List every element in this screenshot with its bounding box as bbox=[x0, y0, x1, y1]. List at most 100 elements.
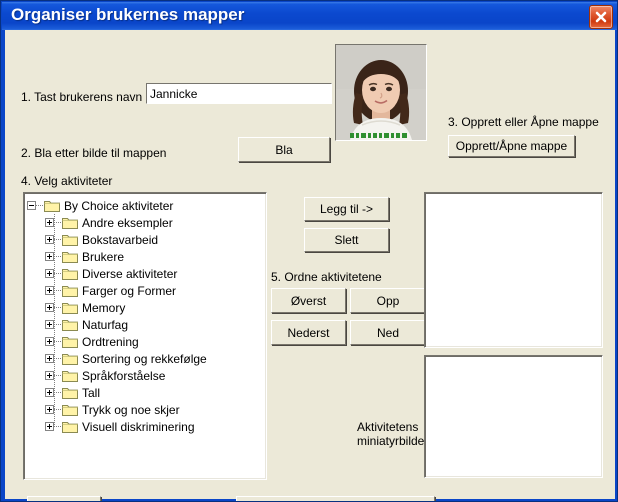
folder-icon bbox=[62, 233, 78, 246]
tree-dotted-connector bbox=[54, 290, 61, 291]
window-title: Organiser brukernes mapper bbox=[11, 5, 245, 24]
tree-dotted-connector bbox=[36, 205, 43, 206]
tree-item[interactable]: Visuell diskriminering bbox=[27, 418, 264, 435]
expander-plus-icon[interactable] bbox=[45, 235, 54, 244]
expander-plus-icon[interactable] bbox=[45, 286, 54, 295]
tree-item-label: Visuell diskriminering bbox=[82, 419, 195, 434]
delete-user-folder-button[interactable]: Slett brukermappe bbox=[236, 496, 435, 501]
browse-button[interactable]: Bla bbox=[238, 137, 330, 162]
tree-item-label: Bokstavarbeid bbox=[82, 232, 159, 247]
folder-icon bbox=[62, 386, 78, 399]
expander-plus-icon[interactable] bbox=[45, 252, 54, 261]
add-activity-button[interactable]: Legg til -> bbox=[304, 197, 389, 221]
tree-dotted-connector bbox=[54, 392, 61, 393]
folder-icon bbox=[44, 199, 60, 212]
thumbnail-label: Aktivitetens miniatyrbilde bbox=[357, 420, 424, 448]
tree-dotted-connector bbox=[54, 426, 61, 427]
tree-dotted-connector bbox=[54, 222, 61, 223]
tree-item-label: Språkforståelse bbox=[82, 368, 166, 383]
step4-label: 4. Velg aktiviteter bbox=[21, 174, 113, 188]
tree-dotted-connector bbox=[54, 375, 61, 376]
tree-item-label: Farger og Former bbox=[82, 283, 177, 298]
tree-children-container: Andre eksempler Bokstavarbeid Brukere Diver… bbox=[27, 214, 264, 435]
tree-dotted-connector bbox=[54, 307, 61, 308]
activity-thumbnail-box bbox=[424, 355, 603, 478]
tree-item[interactable]: Språkforståelse bbox=[27, 367, 264, 384]
thumbnail-label-line2: miniatyrbilde bbox=[357, 434, 425, 448]
expander-plus-icon[interactable] bbox=[45, 337, 54, 346]
step2-label: 2. Bla etter bilde til mappen bbox=[21, 146, 167, 160]
folder-icon bbox=[62, 403, 78, 416]
create-open-folder-button[interactable]: Opprett/Åpne mappe bbox=[448, 135, 575, 157]
tree-item[interactable]: Sortering og rekkefølge bbox=[27, 350, 264, 367]
title-bar: Organiser brukernes mapper bbox=[2, 2, 617, 30]
tree-item[interactable]: Memory bbox=[27, 299, 264, 316]
tree-item[interactable]: Farger og Former bbox=[27, 282, 264, 299]
expander-plus-icon[interactable] bbox=[45, 320, 54, 329]
folder-icon bbox=[62, 352, 78, 365]
tree-item[interactable]: Brukere bbox=[27, 248, 264, 265]
tree-item[interactable]: Tall bbox=[27, 384, 264, 401]
step5-label: 5. Ordne aktivitetene bbox=[271, 270, 382, 284]
tree-dotted-connector bbox=[54, 239, 61, 240]
tree-item-label: Memory bbox=[82, 300, 126, 315]
folder-icon bbox=[62, 216, 78, 229]
done-button[interactable]: Utført bbox=[27, 496, 101, 501]
tree-dotted-connector bbox=[54, 324, 61, 325]
delete-activity-button[interactable]: Slett bbox=[304, 228, 389, 252]
tree-item[interactable]: Andre eksempler bbox=[27, 214, 264, 231]
folder-icon bbox=[62, 284, 78, 297]
tree-dotted-connector bbox=[54, 409, 61, 410]
expander-plus-icon[interactable] bbox=[45, 422, 54, 431]
expander-plus-icon[interactable] bbox=[45, 354, 54, 363]
tree-item-label: Trykk og noe skjer bbox=[82, 402, 180, 417]
folder-icon bbox=[62, 301, 78, 314]
close-icon[interactable] bbox=[589, 5, 613, 29]
expander-plus-icon[interactable] bbox=[45, 269, 54, 278]
tree-item-label: Naturfag bbox=[82, 317, 129, 332]
thumbnail-label-line1: Aktivitetens bbox=[357, 420, 419, 434]
tree-item[interactable]: Naturfag bbox=[27, 316, 264, 333]
tree-item[interactable]: Trykk og noe skjer bbox=[27, 401, 264, 418]
user-photo bbox=[335, 44, 427, 141]
move-bottom-button[interactable]: Nederst bbox=[271, 320, 346, 345]
tree-dotted-connector bbox=[54, 256, 61, 257]
expander-plus-icon[interactable] bbox=[45, 371, 54, 380]
tree-dotted-connector bbox=[54, 358, 61, 359]
step1-label: 1. Tast brukerens navn bbox=[21, 90, 143, 104]
folder-icon bbox=[62, 318, 78, 331]
folder-icon bbox=[62, 335, 78, 348]
dialog-client-area: 1. Tast brukerens navn 2. Bla etter bild… bbox=[5, 30, 615, 501]
tree-item[interactable]: Diverse aktiviteter bbox=[27, 265, 264, 282]
tree-item[interactable]: Ordtrening bbox=[27, 333, 264, 350]
folder-icon bbox=[62, 250, 78, 263]
username-input[interactable] bbox=[147, 84, 331, 103]
tree-root-node[interactable]: By Choice aktiviteter bbox=[27, 197, 264, 214]
tree-item-label: Sortering og rekkefølge bbox=[82, 351, 207, 366]
tree-dotted-connector bbox=[54, 341, 61, 342]
expander-minus-icon[interactable] bbox=[27, 201, 36, 210]
tree-item[interactable]: Bokstavarbeid bbox=[27, 231, 264, 248]
folder-icon bbox=[62, 420, 78, 433]
tree-item-label: Brukere bbox=[82, 249, 125, 264]
move-down-button[interactable]: Ned bbox=[350, 320, 426, 345]
selected-activities-list[interactable] bbox=[424, 192, 603, 348]
tree-dotted-connector bbox=[54, 273, 61, 274]
folder-icon bbox=[62, 369, 78, 382]
tree-item-label: Tall bbox=[82, 385, 101, 400]
step3-label: 3. Opprett eller Åpne mappe bbox=[448, 115, 599, 129]
move-top-button[interactable]: Øverst bbox=[271, 288, 346, 313]
folder-icon bbox=[62, 267, 78, 280]
move-up-button[interactable]: Opp bbox=[350, 288, 426, 313]
tree-item-label: Ordtrening bbox=[82, 334, 139, 349]
tree-item-label: Diverse aktiviteter bbox=[82, 266, 178, 281]
expander-plus-icon[interactable] bbox=[45, 405, 54, 414]
activities-tree[interactable]: By Choice aktiviteter Andre eksempler Bok… bbox=[23, 192, 267, 480]
expander-plus-icon[interactable] bbox=[45, 388, 54, 397]
tree-node-label: By Choice aktiviteter bbox=[64, 198, 174, 213]
username-input-frame[interactable] bbox=[146, 83, 332, 104]
tree-item-label: Andre eksempler bbox=[82, 215, 173, 230]
expander-plus-icon[interactable] bbox=[45, 218, 54, 227]
tree-root-container: By Choice aktiviteter Andre eksempler Bok… bbox=[27, 197, 264, 435]
expander-plus-icon[interactable] bbox=[45, 303, 54, 312]
